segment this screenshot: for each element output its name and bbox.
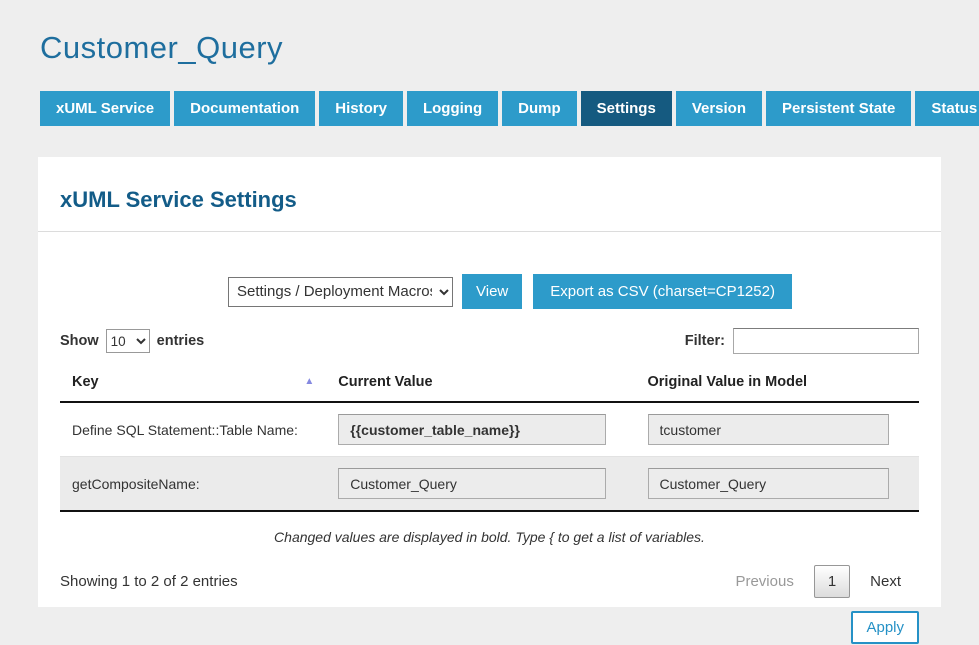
filter-control: Filter: [685, 328, 919, 354]
table-footer: Showing 1 to 2 of 2 entries Previous 1 N… [60, 565, 919, 598]
page-length-select[interactable]: 10 [106, 329, 150, 353]
filter-label: Filter: [685, 333, 725, 349]
showing-entries: Showing 1 to 2 of 2 entries [60, 573, 238, 590]
column-header-key-label: Key [72, 374, 99, 390]
tab-version[interactable]: Version [676, 91, 762, 126]
table-row: Define SQL Statement::Table Name: [60, 402, 919, 457]
macro-controls: Settings / Deployment Macros View Export… [228, 274, 919, 309]
entries-label: entries [157, 333, 205, 349]
current-value-input[interactable] [338, 468, 605, 499]
current-value-input[interactable] [338, 414, 605, 445]
export-csv-button[interactable]: Export as CSV (charset=CP1252) [533, 274, 792, 309]
previous-page-button[interactable]: Previous [729, 565, 799, 598]
settings-panel: xUML Service Settings Settings / Deploym… [38, 157, 941, 607]
tab-persistent-state[interactable]: Persistent State [766, 91, 911, 126]
row-key-label: Define SQL Statement::Table Name: [60, 402, 326, 457]
row-key-label: getCompositeName: [60, 457, 326, 512]
sort-ascending-icon: ▲ [304, 376, 314, 387]
show-label: Show [60, 333, 99, 349]
next-page-button[interactable]: Next [864, 565, 907, 598]
tab-bar: xUML Service Documentation History Loggi… [40, 91, 941, 126]
tab-documentation[interactable]: Documentation [174, 91, 315, 126]
page-number-button[interactable]: 1 [814, 565, 850, 598]
original-value-field [648, 468, 889, 499]
view-button[interactable]: View [462, 274, 522, 309]
macro-category-select[interactable]: Settings / Deployment Macros [228, 277, 453, 307]
page: Customer_Query xUML Service Documentatio… [0, 0, 979, 645]
apply-row: Apply [60, 611, 919, 644]
apply-button[interactable]: Apply [851, 611, 919, 644]
column-header-current-value[interactable]: Current Value [326, 364, 635, 402]
tab-dump[interactable]: Dump [502, 91, 577, 126]
filter-input[interactable] [733, 328, 919, 354]
tab-settings[interactable]: Settings [581, 91, 672, 126]
tab-xuml-service[interactable]: xUML Service [40, 91, 170, 126]
pagination: Previous 1 Next [729, 565, 919, 598]
table-row: getCompositeName: [60, 457, 919, 512]
length-control: Show 10 entries [60, 329, 204, 353]
table-controls: Show 10 entries Filter: [60, 328, 919, 354]
tab-history[interactable]: History [319, 91, 403, 126]
tab-status[interactable]: Status [915, 91, 979, 126]
panel-heading: xUML Service Settings [60, 177, 919, 231]
original-value-field [648, 414, 889, 445]
tab-logging[interactable]: Logging [407, 91, 498, 126]
table-note: Changed values are displayed in bold. Ty… [60, 529, 919, 545]
page-title: Customer_Query [40, 30, 941, 66]
settings-table: Key ▲ Current Value Original Value in Mo… [60, 364, 919, 512]
column-header-original-value[interactable]: Original Value in Model [636, 364, 919, 402]
table-header-row: Key ▲ Current Value Original Value in Mo… [60, 364, 919, 402]
column-header-key[interactable]: Key ▲ [60, 364, 326, 402]
